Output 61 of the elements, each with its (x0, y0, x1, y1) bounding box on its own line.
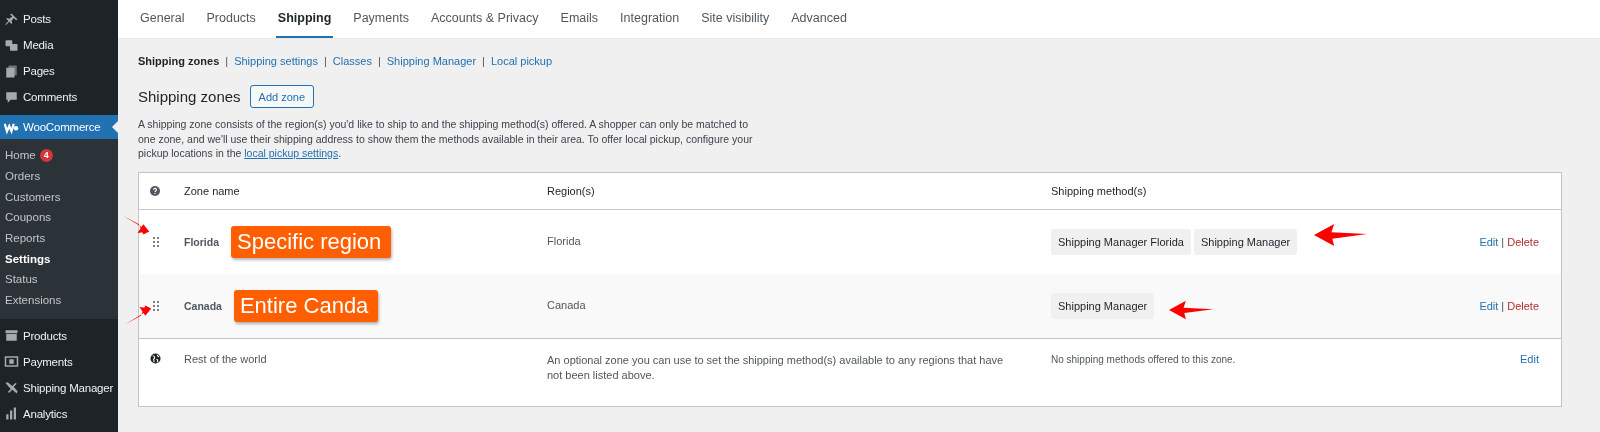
zone-name: Florida (184, 235, 219, 248)
menu-item[interactable]: Posts (0, 6, 118, 32)
shipping-method-tag: Shipping Manager Florida (1051, 228, 1191, 255)
annotation-label: Specific region (231, 225, 392, 258)
column-header: Region(s) (547, 184, 595, 197)
submenu-item[interactable]: Status (0, 269, 118, 290)
settings-tab[interactable]: General (138, 0, 187, 38)
submenu-item[interactable]: Orders (0, 165, 118, 187)
region-text: Florida (547, 233, 582, 249)
separator: | (323, 55, 327, 67)
separator: | (1501, 235, 1505, 248)
subsection-link[interactable]: Shipping zones (138, 55, 220, 67)
submenu-item[interactable]: Extensions (0, 289, 118, 311)
menu-item[interactable]: Media (0, 32, 118, 58)
settings-tab[interactable]: Products (204, 0, 258, 38)
region-text: Canada (547, 297, 587, 313)
submenu-item[interactable]: Reports (0, 227, 118, 249)
zone-name: Canada (184, 299, 222, 312)
menu-item[interactable]: WooCommerce (0, 115, 118, 139)
menu-item[interactable]: Comments (0, 84, 118, 110)
separator: | (482, 55, 485, 67)
settings-tab[interactable]: Site visibility (699, 0, 772, 38)
menu-item[interactable]: Payments (0, 348, 118, 375)
subsection-link[interactable]: Local pickup (490, 55, 553, 67)
annotation-label: Entire Canda (233, 289, 379, 322)
submenu-item[interactable]: Home 4 (0, 145, 118, 166)
add-zone-button[interactable]: Add zone (249, 85, 315, 108)
delete-link[interactable]: Delete (1507, 299, 1539, 312)
menu-item[interactable]: Products (0, 322, 118, 349)
menu-item[interactable]: Pages (0, 58, 118, 84)
section-heading: Shipping zones (138, 88, 241, 105)
description-text: A shipping zone consists of the region(s) you'd like to ship to and the shipping method(s) offered. A shopper can only be matched to one zone, and we'll use their shipping address to show them the methods available in their area. To offer local pickup, configure your pickup locations in the local pickup settings. (138, 117, 754, 161)
submenu-item[interactable]: Coupons (0, 207, 118, 228)
column-header: Zone name (184, 184, 240, 197)
settings-tab[interactable]: Payments (351, 0, 411, 38)
separator: | (1501, 299, 1505, 312)
delete-link[interactable]: Delete (1507, 235, 1539, 248)
shipping-method-tag: Shipping Manager (1051, 292, 1155, 319)
settings-tab[interactable]: Advanced (789, 0, 849, 38)
notification-badge: 4 (39, 148, 53, 162)
settings-tab[interactable]: Accounts & Privacy (428, 0, 541, 38)
menu-item[interactable]: Shipping Manager (0, 374, 118, 401)
column-header: Shipping method(s) (1051, 184, 1147, 197)
subsection-link[interactable]: Shipping Manager (386, 55, 477, 67)
settings-tab[interactable]: Shipping (275, 0, 334, 38)
empty-methods-text: No shipping methods offered to this zone. (1051, 353, 1236, 365)
edit-link[interactable]: Edit (1479, 299, 1499, 312)
subsection-link[interactable]: Shipping settings (234, 55, 318, 67)
edit-link[interactable]: Edit (1479, 235, 1499, 248)
edit-link[interactable]: Edit (1520, 352, 1539, 365)
settings-tab[interactable]: Integration (618, 0, 682, 38)
separator: | (225, 55, 229, 67)
submenu-item[interactable]: Customers (0, 186, 118, 208)
zone-name: Rest of the world (184, 352, 267, 365)
settings-tab[interactable]: Emails (558, 0, 601, 38)
region-text: An optional zone you can use to set the shipping method(s) available to any regions that have not been listed above. (547, 352, 1005, 383)
subsection-link[interactable]: Classes (332, 55, 372, 67)
menu-item[interactable]: Analytics (0, 400, 118, 427)
shipping-method-tag: Shipping Manager (1193, 228, 1298, 255)
separator: | (377, 55, 381, 67)
submenu-item[interactable]: Settings (0, 248, 118, 270)
